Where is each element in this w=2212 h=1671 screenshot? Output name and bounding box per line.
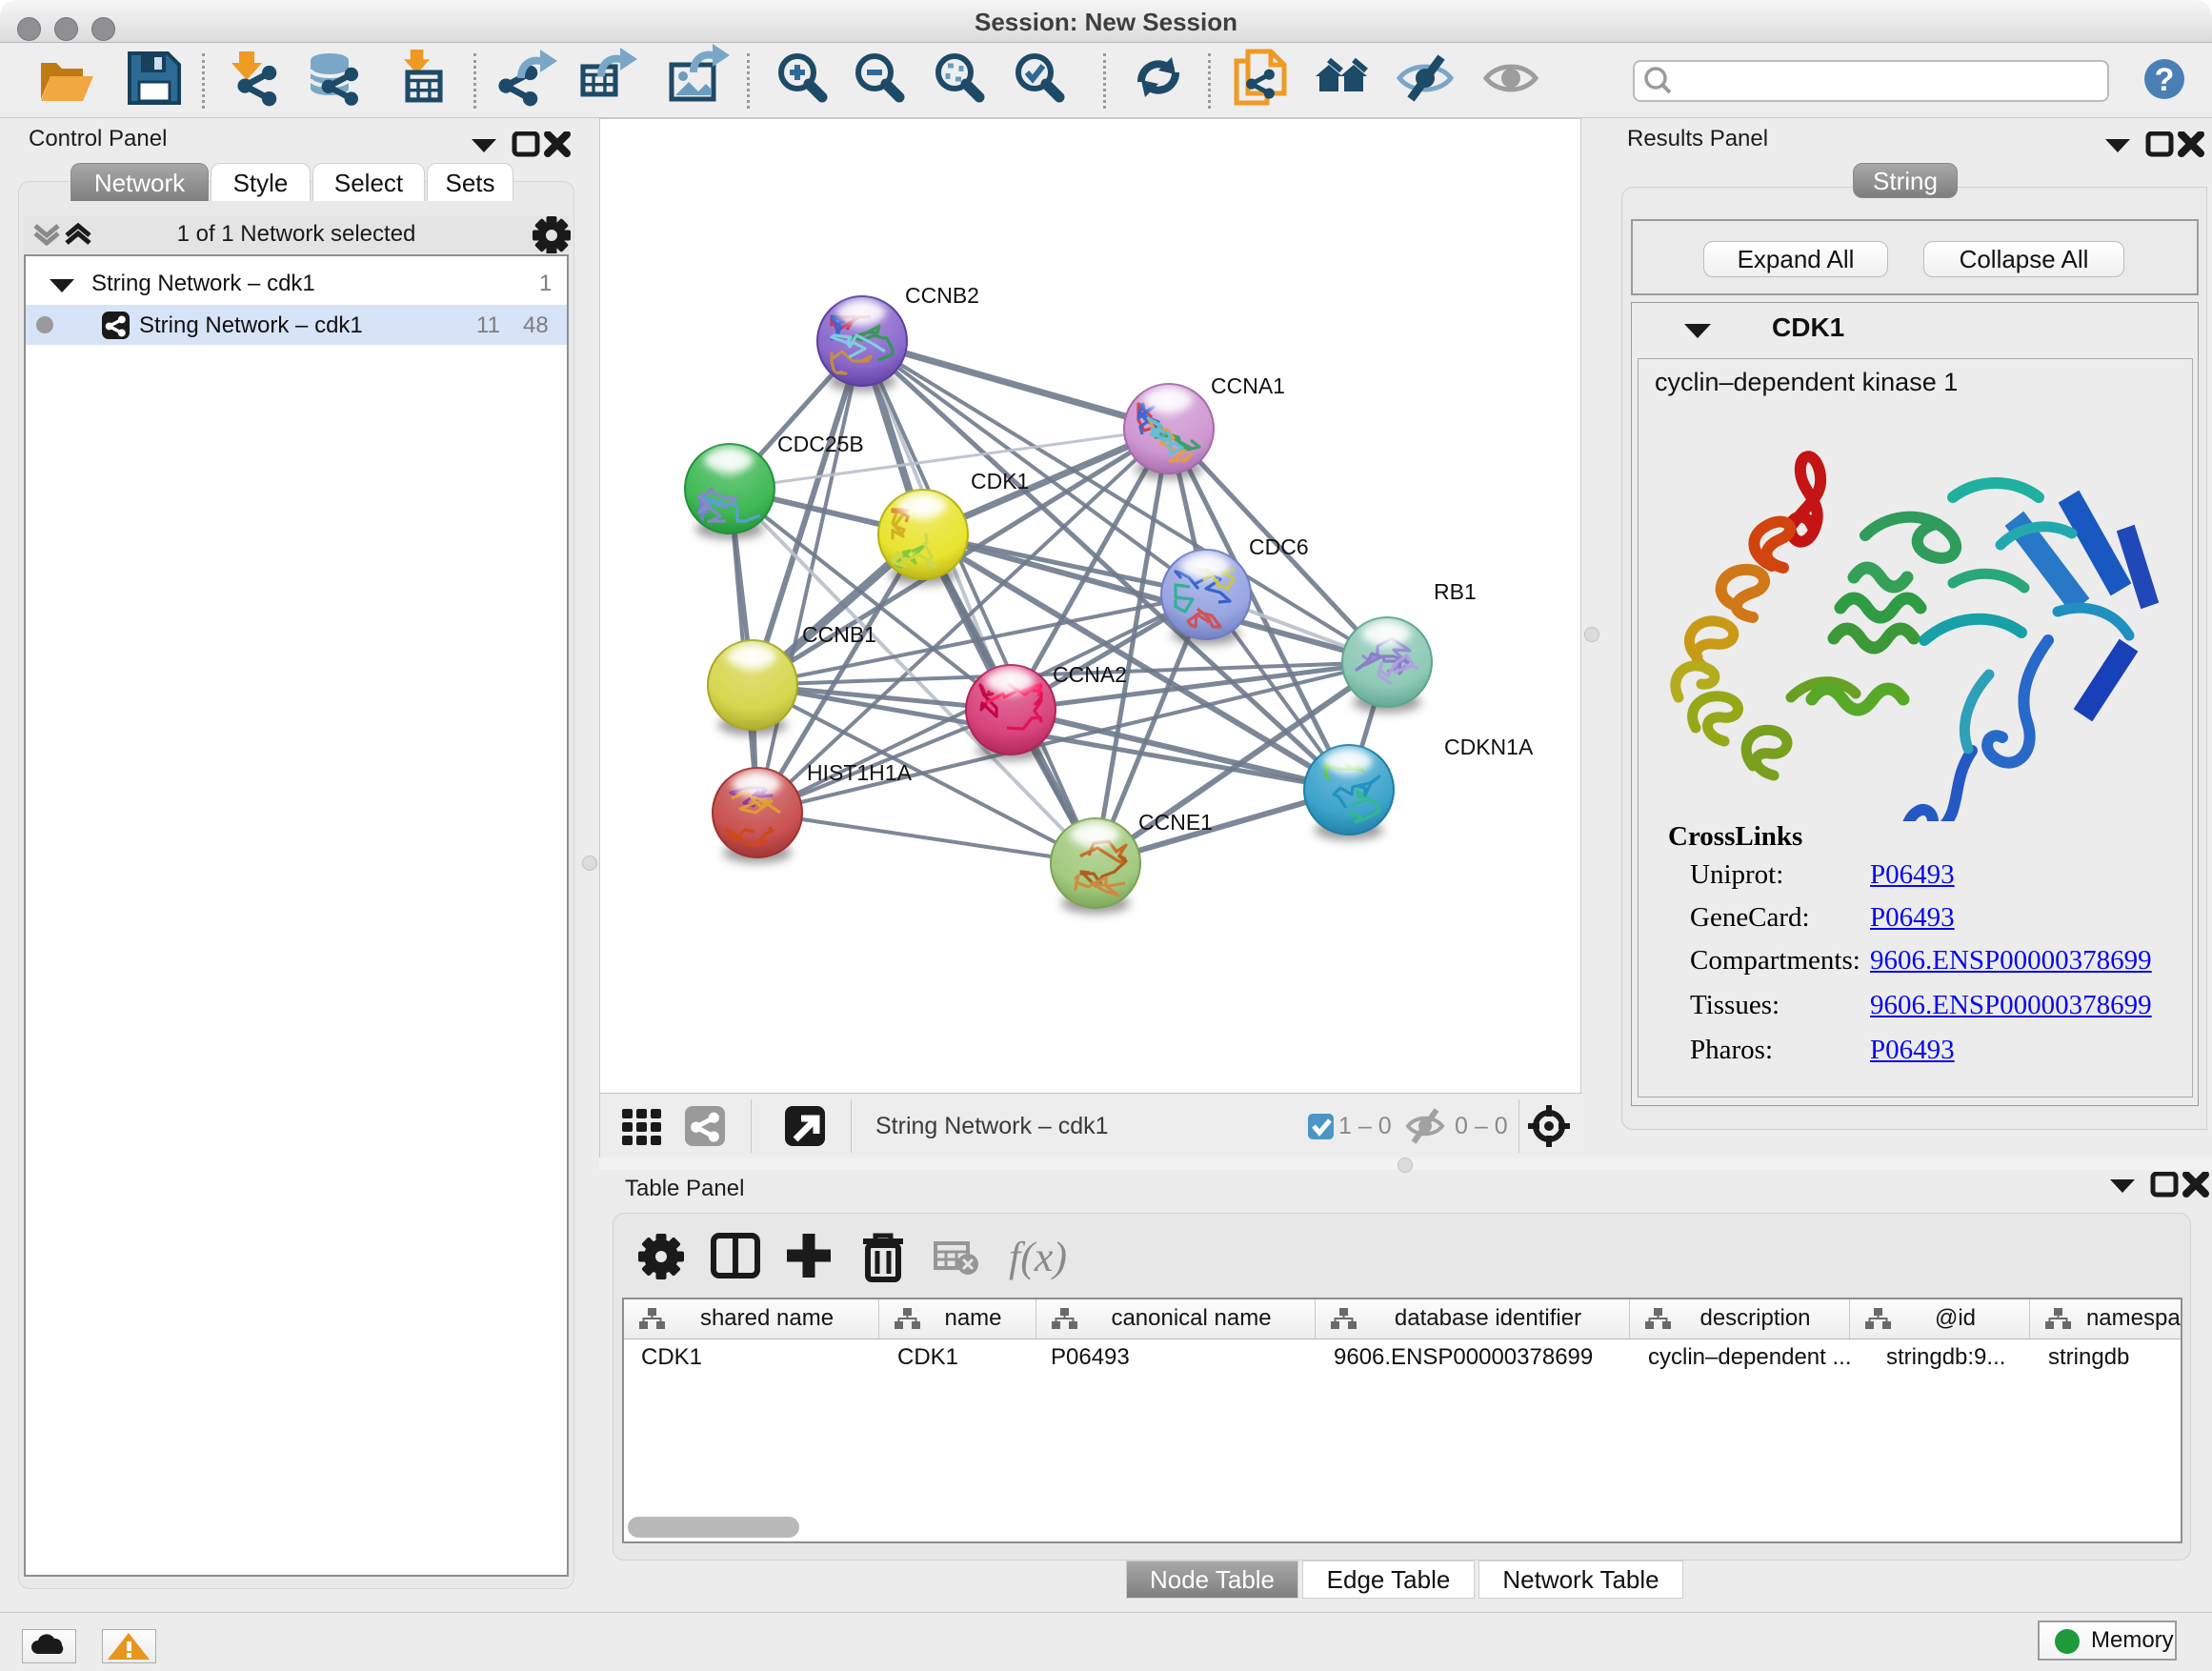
- svg-text:?: ?: [2155, 62, 2175, 98]
- svg-text:CCNB1: CCNB1: [802, 622, 876, 647]
- svg-text:CCNB2: CCNB2: [905, 283, 979, 308]
- svg-text:CDC6: CDC6: [1249, 534, 1309, 559]
- svg-text:CDK1: CDK1: [971, 469, 1029, 493]
- svg-text:CDKN1A: CDKN1A: [1444, 735, 1534, 759]
- svg-text:CCNE1: CCNE1: [1138, 810, 1213, 835]
- svg-text:CCNA2: CCNA2: [1053, 662, 1127, 687]
- svg-text:CDC25B: CDC25B: [777, 432, 864, 456]
- svg-text:RB1: RB1: [1434, 579, 1477, 604]
- svg-text:f(x): f(x): [1009, 1234, 1067, 1280]
- svg-text:HIST1H1A: HIST1H1A: [807, 760, 913, 785]
- svg-text:CCNA1: CCNA1: [1211, 373, 1285, 398]
